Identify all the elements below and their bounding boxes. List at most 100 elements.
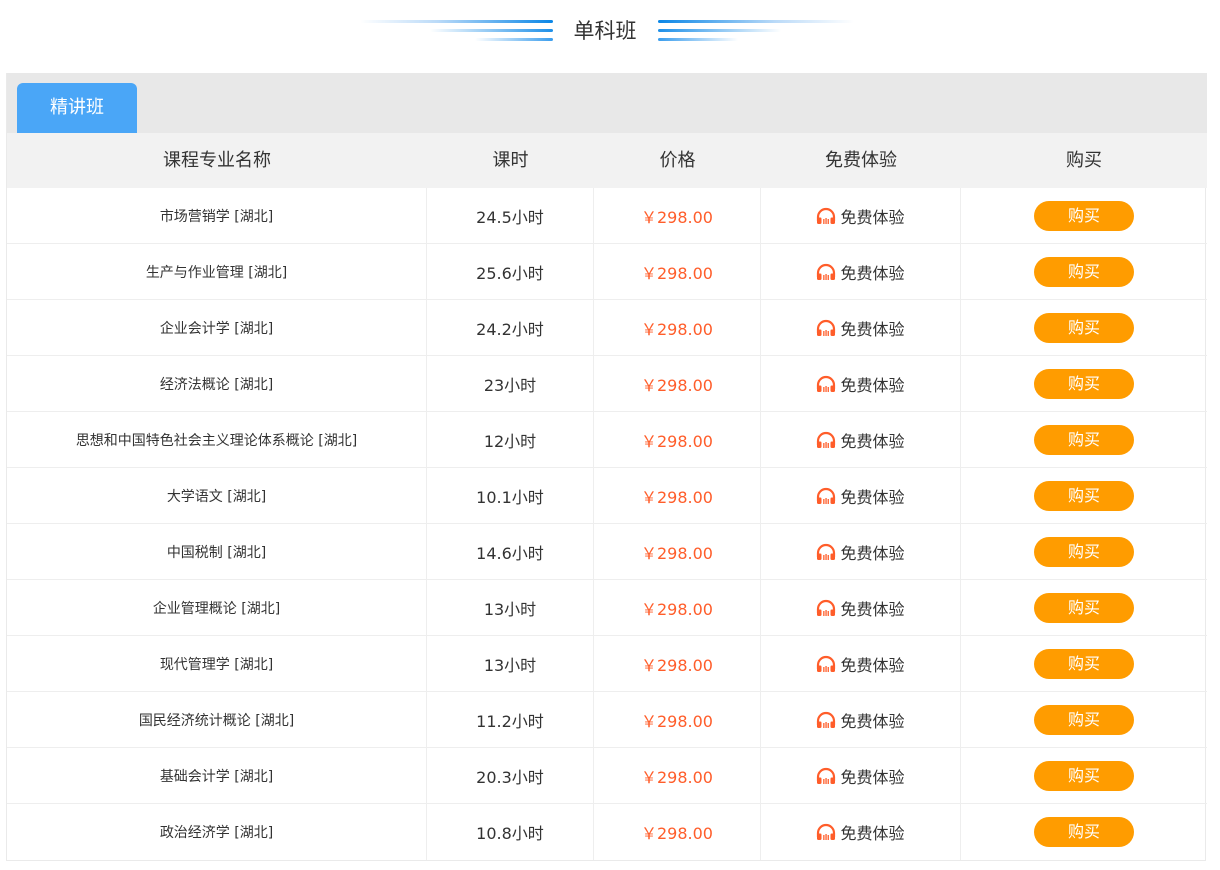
column-header-free-trial: 免费体验: [825, 150, 897, 171]
free-trial-cell: 免费体验: [761, 188, 961, 244]
headphones-icon: [816, 487, 836, 505]
column-header-hours: 课时: [492, 150, 529, 171]
course-name: 市场营销学 [湖北]: [159, 209, 274, 225]
tab-intensive-class[interactable]: 精讲班: [17, 83, 137, 133]
free-trial-link[interactable]: 免费体验: [816, 820, 905, 844]
buy-button[interactable]: 购买: [1034, 537, 1134, 567]
hours-cell: 20.3小时: [427, 748, 594, 804]
headphones-icon: [816, 711, 836, 729]
price-cell: ￥298.00: [594, 636, 761, 692]
buy-button[interactable]: 购买: [1034, 593, 1134, 623]
free-trial-link[interactable]: 免费体验: [816, 484, 905, 508]
buy-cell: 购买: [961, 356, 1207, 412]
free-trial-link[interactable]: 免费体验: [816, 204, 905, 228]
free-trial-link[interactable]: 免费体验: [816, 260, 905, 284]
course-price: ￥298.00: [641, 824, 713, 843]
free-trial-cell: 免费体验: [761, 468, 961, 524]
buy-button[interactable]: 购买: [1034, 817, 1134, 847]
free-trial-link[interactable]: 免费体验: [816, 316, 905, 340]
table-row: 政治经济学 [湖北] 10.8小时 ￥298.00 免费体验 购买: [7, 804, 1207, 860]
headphones-icon: [816, 375, 836, 393]
course-name-cell: 市场营销学 [湖北]: [7, 188, 427, 244]
free-trial-label: 免费体验: [840, 544, 905, 563]
headphones-icon: [816, 263, 836, 281]
course-name-cell: 政治经济学 [湖北]: [7, 804, 427, 860]
course-hours: 13小时: [483, 656, 537, 675]
title-decoration-right: [658, 20, 854, 23]
buy-cell: 购买: [961, 524, 1207, 580]
hours-cell: 13小时: [427, 580, 594, 636]
free-trial-link[interactable]: 免费体验: [816, 764, 905, 788]
free-trial-cell: 免费体验: [761, 692, 961, 748]
table-row: 思想和中国特色社会主义理论体系概论 [湖北] 12小时 ￥298.00 免费体验 购买: [7, 412, 1207, 468]
free-trial-link[interactable]: 免费体验: [816, 540, 905, 564]
course-price: ￥298.00: [641, 488, 713, 507]
headphones-icon: [816, 823, 836, 841]
free-trial-label: 免费体验: [840, 712, 905, 731]
buy-button[interactable]: 购买: [1034, 425, 1134, 455]
course-name: 企业会计学 [湖北]: [159, 321, 274, 337]
free-trial-link[interactable]: 免费体验: [816, 708, 905, 732]
free-trial-cell: 免费体验: [761, 804, 961, 860]
table-row: 中国税制 [湖北] 14.6小时 ￥298.00 免费体验 购买: [7, 524, 1207, 580]
free-trial-link[interactable]: 免费体验: [816, 372, 905, 396]
course-name-cell: 中国税制 [湖北]: [7, 524, 427, 580]
buy-cell: 购买: [961, 692, 1207, 748]
course-name: 思想和中国特色社会主义理论体系概论 [湖北]: [75, 433, 358, 449]
course-price: ￥298.00: [641, 544, 713, 563]
buy-button[interactable]: 购买: [1034, 705, 1134, 735]
course-hours: 25.6小时: [476, 264, 544, 283]
headphones-icon: [816, 319, 836, 337]
buy-cell: 购买: [961, 412, 1207, 468]
course-name: 经济法概论 [湖北]: [159, 377, 274, 393]
course-name-cell: 企业会计学 [湖北]: [7, 300, 427, 356]
course-hours: 24.2小时: [476, 320, 544, 339]
buy-cell: 购买: [961, 244, 1207, 300]
hours-cell: 23小时: [427, 356, 594, 412]
free-trial-label: 免费体验: [840, 320, 905, 339]
table-row: 生产与作业管理 [湖北] 25.6小时 ￥298.00 免费体验 购买: [7, 244, 1207, 300]
headphones-icon: [816, 767, 836, 785]
course-name: 中国税制 [湖北]: [166, 545, 267, 561]
hours-cell: 14.6小时: [427, 524, 594, 580]
course-name-cell: 思想和中国特色社会主义理论体系概论 [湖北]: [7, 412, 427, 468]
title-decoration-left: [475, 38, 553, 41]
course-hours: 20.3小时: [476, 768, 544, 787]
course-hours: 23小时: [483, 376, 537, 395]
table-row: 市场营销学 [湖北] 24.5小时 ￥298.00 免费体验 购买: [7, 188, 1207, 244]
buy-button[interactable]: 购买: [1034, 257, 1134, 287]
buy-cell: 购买: [961, 468, 1207, 524]
free-trial-link[interactable]: 免费体验: [816, 428, 905, 452]
buy-cell: 购买: [961, 804, 1207, 860]
headphones-icon: [816, 655, 836, 673]
free-trial-link[interactable]: 免费体验: [816, 652, 905, 676]
buy-button[interactable]: 购买: [1034, 649, 1134, 679]
course-name-cell: 大学语文 [湖北]: [7, 468, 427, 524]
course-name-cell: 企业管理概论 [湖北]: [7, 580, 427, 636]
course-name: 国民经济统计概论 [湖北]: [138, 713, 295, 729]
free-trial-label: 免费体验: [840, 656, 905, 675]
buy-button[interactable]: 购买: [1034, 761, 1134, 791]
course-name: 大学语文 [湖北]: [166, 489, 267, 505]
section-title: 单科班: [573, 19, 637, 43]
price-cell: ￥298.00: [594, 748, 761, 804]
course-name-cell: 现代管理学 [湖北]: [7, 636, 427, 692]
course-name-cell: 国民经济统计概论 [湖北]: [7, 692, 427, 748]
price-cell: ￥298.00: [594, 244, 761, 300]
price-cell: ￥298.00: [594, 468, 761, 524]
table-row: 大学语文 [湖北] 10.1小时 ￥298.00 免费体验 购买: [7, 468, 1207, 524]
buy-button[interactable]: 购买: [1034, 313, 1134, 343]
buy-button[interactable]: 购买: [1034, 481, 1134, 511]
free-trial-link[interactable]: 免费体验: [816, 596, 905, 620]
buy-button[interactable]: 购买: [1034, 369, 1134, 399]
hours-cell: 25.6小时: [427, 244, 594, 300]
course-name: 企业管理概论 [湖北]: [152, 601, 281, 617]
course-price: ￥298.00: [641, 376, 713, 395]
course-hours: 13小时: [483, 600, 537, 619]
buy-cell: 购买: [961, 636, 1207, 692]
free-trial-cell: 免费体验: [761, 412, 961, 468]
buy-button[interactable]: 购买: [1034, 201, 1134, 231]
free-trial-label: 免费体验: [840, 768, 905, 787]
free-trial-label: 免费体验: [840, 600, 905, 619]
course-hours: 24.5小时: [476, 208, 544, 227]
